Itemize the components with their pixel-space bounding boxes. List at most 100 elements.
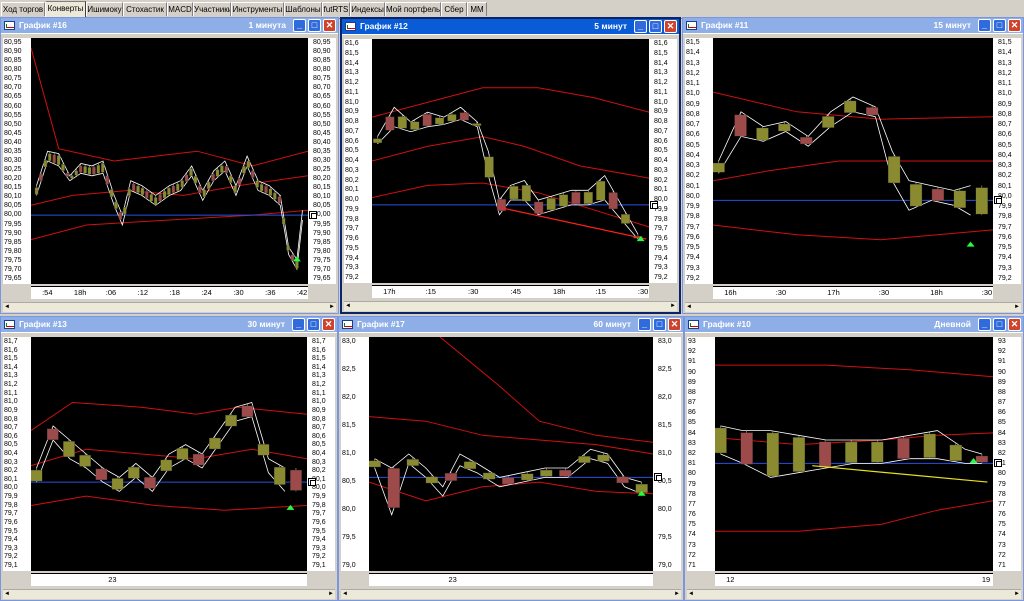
tab-3[interactable]: Ишимоку (86, 2, 123, 16)
current-price-marker[interactable] (654, 473, 662, 482)
price-scale-left[interactable]: 81,5 81,4 81,3 81,2 81,1 81,0 80,9 80,8 80,7 80,6… (685, 38, 713, 284)
chart-window-5[interactable]: График #17 60 минут _ □ ✕ 83,0 82,5 82,0 81,5 81,… (338, 316, 684, 601)
candle (578, 456, 591, 463)
time-axis[interactable]: 23 (369, 573, 653, 586)
chart-plot-area[interactable] (31, 337, 307, 571)
chart-window-icon[interactable] (4, 320, 15, 329)
current-price-marker[interactable] (650, 200, 658, 209)
chart-plot-area[interactable] (713, 38, 993, 284)
horizontal-scrollbar[interactable]: ◄ ► (687, 589, 1021, 599)
minimize-button[interactable]: _ (634, 20, 647, 33)
chart-window-icon[interactable] (4, 21, 15, 30)
tab-7[interactable]: Инструменты (231, 2, 284, 16)
title-bar[interactable]: График #13 30 минут _ □ ✕ (1, 317, 337, 333)
price-scale-right[interactable]: 83,0 82,5 82,0 81,5 81,0 80,5 80,0 79,5 79,0 (653, 337, 681, 571)
tab-2[interactable]: Конверты (45, 1, 86, 17)
price-scale-right[interactable]: 80,95 80,90 80,85 80,80 80,75 80,70 80,65 80,60… (308, 38, 336, 284)
tab-12[interactable]: Сбер (441, 2, 467, 16)
scroll-right-icon[interactable]: ► (329, 304, 335, 310)
time-axis[interactable]: :54 18h:06:12:18:24:30:36:42 (31, 286, 308, 299)
chart-window-icon[interactable] (345, 22, 356, 31)
price-scale-right[interactable]: 81,7 81,6 81,5 81,4 81,3 81,2 81,1 81,0 80,9 80,8… (307, 337, 335, 571)
price-scale-left[interactable]: 83,0 82,5 82,0 81,5 81,0 80,5 80,0 79,5 79,0 (341, 337, 369, 571)
tab-9[interactable]: futRTS (322, 2, 350, 16)
maximize-button[interactable]: □ (307, 318, 320, 331)
current-price-marker[interactable] (994, 459, 1002, 468)
minimize-button[interactable]: _ (292, 318, 305, 331)
horizontal-scrollbar[interactable]: ◄ ► (3, 302, 336, 312)
close-button[interactable]: ✕ (664, 20, 677, 33)
minimize-button[interactable]: _ (638, 318, 651, 331)
horizontal-scrollbar[interactable]: ◄ ► (341, 589, 681, 599)
close-button[interactable]: ✕ (1008, 318, 1021, 331)
chart-plot-area[interactable] (372, 39, 649, 283)
chart-window-icon[interactable] (686, 21, 697, 30)
scroll-left-icon[interactable]: ◄ (686, 304, 692, 310)
price-tick: 79,7 (4, 510, 18, 518)
current-price-marker[interactable] (309, 211, 317, 220)
time-axis[interactable]: 17h:15:30:45 18h:15:30 (372, 285, 649, 298)
maximize-button[interactable]: □ (653, 318, 666, 331)
close-button[interactable]: ✕ (322, 318, 335, 331)
chart-window-icon[interactable] (342, 320, 353, 329)
price-scale-left[interactable]: 81,7 81,6 81,5 81,4 81,3 81,2 81,1 81,0 80,9 80,8… (3, 337, 31, 571)
price-scale-right[interactable]: 9392919089888786858483828180797877767574… (993, 337, 1021, 571)
minimize-button[interactable]: _ (978, 19, 991, 32)
maximize-button[interactable]: □ (993, 318, 1006, 331)
maximize-button[interactable]: □ (993, 19, 1006, 32)
tab-10[interactable]: Индексы (350, 2, 385, 16)
price-scale-left[interactable]: 93 92 91 90 89 88 87 86 85 84 83 82 81 80 79 78 77 76 75 74… (687, 337, 715, 571)
title-bar[interactable]: График #11 15 минут _ □ ✕ (683, 18, 1023, 34)
scroll-left-icon[interactable]: ◄ (342, 591, 348, 597)
horizontal-scrollbar[interactable]: ◄ ► (3, 589, 335, 599)
chart-window-4[interactable]: График #13 30 минут _ □ ✕ 81,7 81,6 81,5 81,4 81,… (0, 316, 338, 601)
price-scale-right[interactable]: 81,6 81,5 81,4 81,3 81,2 81,1 81,0 80,9 80,8 80,7… (649, 39, 677, 283)
price-scale-right[interactable]: 81,5 81,4 81,3 81,2 81,1 81,0 80,9 80,8 80,7 80,6… (993, 38, 1021, 284)
horizontal-scrollbar[interactable]: ◄ ► (344, 301, 677, 311)
time-axis[interactable]: 16h:30 17h:30 18h:30 (713, 286, 993, 299)
minimize-button[interactable]: _ (293, 19, 306, 32)
maximize-button[interactable]: □ (308, 19, 321, 32)
scroll-right-icon[interactable]: ► (1014, 591, 1020, 597)
scroll-right-icon[interactable]: ► (1014, 304, 1020, 310)
tab-6[interactable]: Участники (193, 2, 231, 16)
price-scale-left[interactable]: 81,6 81,5 81,4 81,3 81,2 81,1 81,0 80,9 80,8 80,7… (344, 39, 372, 283)
tab-1[interactable]: Ход торгов (1, 2, 45, 16)
tab-11[interactable]: Мой портфель (385, 2, 441, 16)
close-button[interactable]: ✕ (323, 19, 336, 32)
tab-5[interactable]: MACD (167, 2, 193, 16)
time-axis[interactable]: 23 (31, 573, 307, 586)
scroll-right-icon[interactable]: ► (674, 591, 680, 597)
chart-plot-area[interactable] (715, 337, 993, 571)
current-price-marker[interactable] (308, 478, 316, 487)
chart-window-6[interactable]: График #10 Дневной _ □ ✕ 93 92 91 90 89 88 87 86 85 84… (684, 316, 1024, 601)
tab-8[interactable]: Шаблоны (284, 2, 322, 16)
title-bar[interactable]: График #16 1 минута _ □ ✕ (1, 18, 338, 34)
maximize-button[interactable]: □ (649, 20, 662, 33)
scroll-left-icon[interactable]: ◄ (4, 304, 10, 310)
horizontal-scrollbar[interactable]: ◄ ► (685, 302, 1021, 312)
chart-window-2[interactable]: График #12 5 минут _ □ ✕ 81,6 81,5 81,4 81,3 81,2… (340, 17, 681, 314)
scroll-left-icon[interactable]: ◄ (345, 303, 351, 309)
chart-window-icon[interactable] (688, 320, 699, 329)
candle (211, 174, 215, 182)
chart-plot-area[interactable] (369, 337, 653, 571)
title-bar[interactable]: График #10 Дневной _ □ ✕ (685, 317, 1023, 333)
scroll-right-icon[interactable]: ► (670, 303, 676, 309)
chart-window-3[interactable]: График #11 15 минут _ □ ✕ 81,5 81,4 81,3 81,2 81,… (682, 17, 1024, 314)
chart-plot-area[interactable] (31, 38, 308, 284)
time-axis[interactable]: 12 19 (715, 573, 993, 586)
title-bar[interactable]: График #12 5 минут _ □ ✕ (342, 19, 679, 35)
close-button[interactable]: ✕ (668, 318, 681, 331)
tab-13[interactable]: MM (467, 2, 487, 16)
scroll-left-icon[interactable]: ◄ (688, 591, 694, 597)
title-bar[interactable]: График #17 60 минут _ □ ✕ (339, 317, 683, 333)
tab-4[interactable]: Стохастик (123, 2, 167, 16)
close-button[interactable]: ✕ (1008, 19, 1021, 32)
current-price-marker[interactable] (994, 196, 1002, 205)
price-scale-left[interactable]: 80,95 80,90 80,85 80,80 80,75 80,70 80,65 80,60… (3, 38, 31, 284)
minimize-button[interactable]: _ (978, 318, 991, 331)
scroll-right-icon[interactable]: ► (328, 591, 334, 597)
chart-window-1[interactable]: График #16 1 минута _ □ ✕ 80,95 80,90 80,85 80,8… (0, 17, 339, 314)
scroll-left-icon[interactable]: ◄ (4, 591, 10, 597)
